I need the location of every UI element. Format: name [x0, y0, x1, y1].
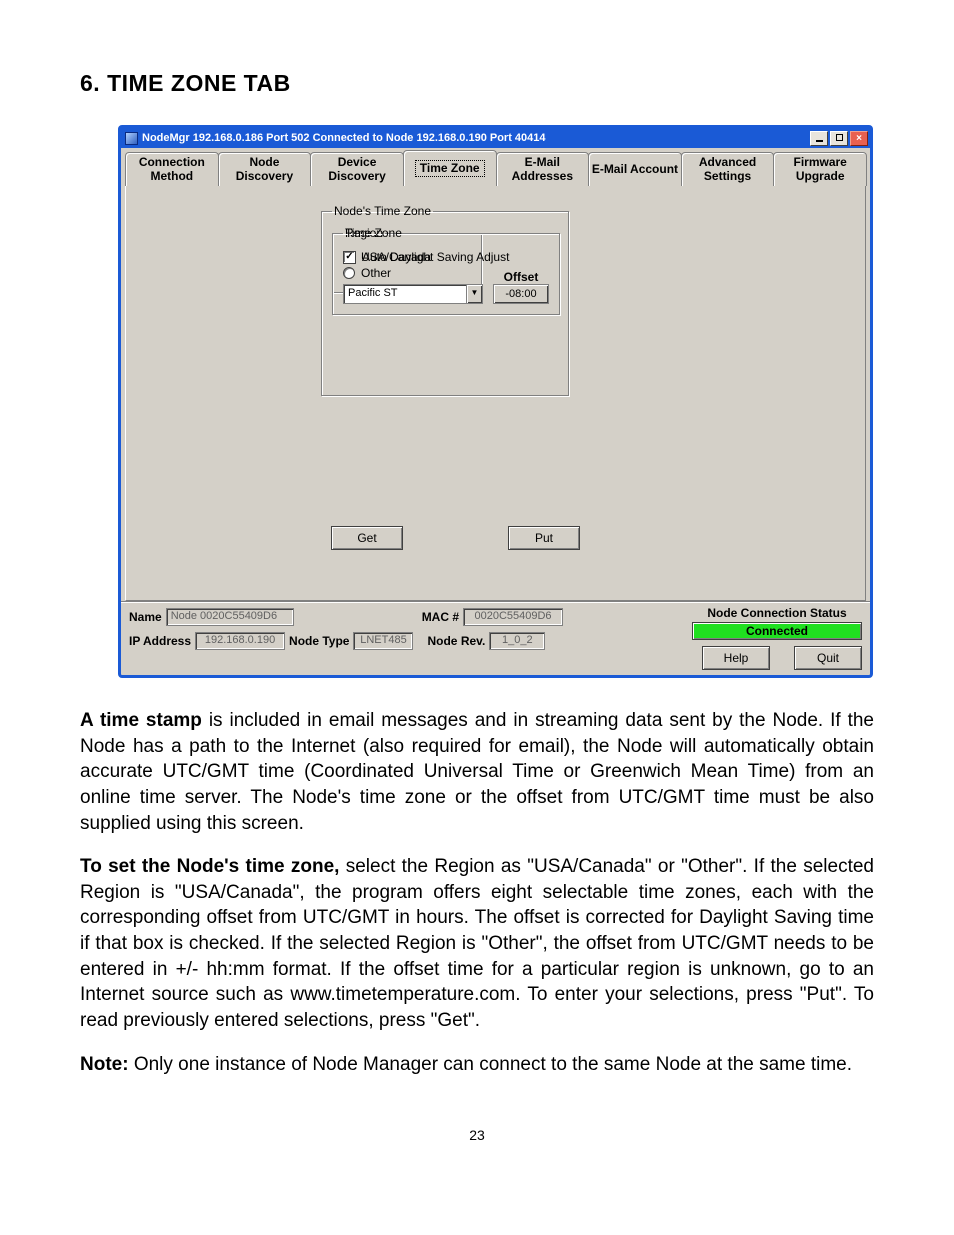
chevron-down-icon[interactable]: ▼	[466, 285, 482, 303]
field-ip: 192.168.0.190	[195, 632, 285, 650]
status-bar: Name Node 0020C55409D6 MAC # 0020C55409D…	[121, 601, 870, 675]
minimize-button[interactable]	[810, 131, 828, 146]
tab-firmware-upgrade[interactable]: Firmware Upgrade	[773, 152, 867, 186]
tab-node-discovery[interactable]: Node Discovery	[218, 152, 312, 186]
label-name: Name	[129, 610, 162, 624]
label-ip: IP Address	[129, 634, 191, 648]
close-button[interactable]: ×	[850, 131, 868, 146]
field-nodetype: LNET485	[353, 632, 413, 650]
p1-lead: A time stamp	[80, 710, 202, 731]
body-text: A time stamp is included in email messag…	[80, 708, 874, 1077]
nodemgr-window: NodeMgr 192.168.0.186 Port 502 Connected…	[118, 125, 873, 678]
window-title: NodeMgr 192.168.0.186 Port 502 Connected…	[142, 132, 546, 144]
group-time-zone: Time Zone Auto Daylight Saving Adjust Pa…	[332, 226, 560, 315]
tab-advanced-settings[interactable]: Advanced Settings	[681, 152, 775, 186]
offset-label: Offset	[493, 270, 549, 284]
field-conn-status: Connected	[692, 622, 862, 640]
tab-email-account[interactable]: E-Mail Account	[588, 152, 682, 186]
legend-nodes-time-zone: Node's Time Zone	[332, 204, 433, 218]
page-number: 23	[80, 1127, 874, 1143]
label-noderev: Node Rev.	[427, 634, 485, 648]
p3-lead: Note:	[80, 1054, 129, 1075]
timezone-combo[interactable]: Pacific ST ▼	[343, 284, 483, 304]
app-icon	[125, 132, 138, 145]
p3-rest: Only one instance of Node Manager can co…	[129, 1054, 852, 1075]
tab-panel-time-zone: Node's Time Zone Region USA/Canada Other…	[125, 186, 866, 601]
label-nodetype: Node Type	[289, 634, 349, 648]
p2-rest: select the Region as "USA/Canada" or "Ot…	[80, 856, 874, 1031]
field-noderev: 1_0_2	[489, 632, 545, 650]
tab-email-addresses[interactable]: E-Mail Addresses	[496, 152, 590, 186]
checkbox-auto-dst[interactable]: Auto Daylight Saving Adjust	[343, 250, 549, 264]
window-titlebar[interactable]: NodeMgr 192.168.0.186 Port 502 Connected…	[121, 128, 870, 148]
checkbox-icon	[343, 251, 356, 264]
label-mac: MAC #	[422, 610, 459, 624]
section-heading: 6. TIME ZONE TAB	[80, 70, 874, 97]
maximize-button[interactable]	[830, 131, 848, 146]
checkbox-label: Auto Daylight Saving Adjust	[362, 250, 509, 264]
timezone-combo-value: Pacific ST	[344, 285, 466, 303]
tab-strip: Connection Method Node Discovery Device …	[121, 148, 870, 186]
get-button[interactable]: Get	[331, 526, 403, 550]
legend-time-zone: Time Zone	[343, 226, 404, 240]
offset-value: -08:00	[493, 284, 549, 304]
put-button[interactable]: Put	[508, 526, 580, 550]
help-button[interactable]: Help	[702, 646, 770, 670]
group-nodes-time-zone: Node's Time Zone Region USA/Canada Other…	[321, 204, 569, 396]
tab-device-discovery[interactable]: Device Discovery	[310, 152, 404, 186]
tab-connection-method[interactable]: Connection Method	[125, 152, 219, 186]
label-conn-status: Node Connection Status	[692, 606, 862, 620]
field-mac: 0020C55409D6	[463, 608, 563, 626]
tab-time-zone[interactable]: Time Zone	[403, 150, 497, 186]
field-name: Node 0020C55409D6	[166, 608, 294, 626]
quit-button[interactable]: Quit	[794, 646, 862, 670]
p2-lead: To set the Node's time zone,	[80, 856, 339, 877]
